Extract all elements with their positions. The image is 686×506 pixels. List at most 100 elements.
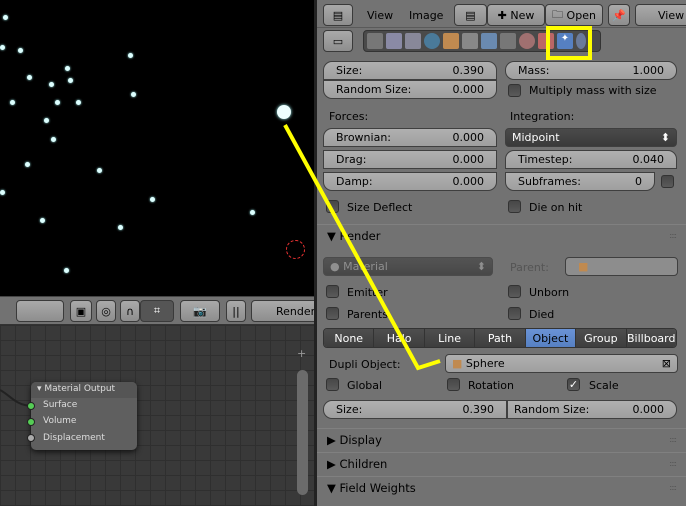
- scene-tab-icon[interactable]: [405, 33, 421, 49]
- parent-field[interactable]: ■: [565, 257, 678, 276]
- open-image-button[interactable]: 🗀 Open: [545, 4, 603, 26]
- global-label: Global: [347, 379, 383, 392]
- render-random-size-field[interactable]: Random Size: 0.000: [507, 400, 677, 419]
- render-layers-tab-icon[interactable]: [386, 33, 402, 49]
- socket-surface[interactable]: [27, 402, 35, 410]
- constraints-tab-icon[interactable]: [462, 33, 478, 49]
- multiply-mass-checkbox[interactable]: [508, 84, 521, 97]
- particle: [10, 100, 15, 105]
- particle: [55, 100, 60, 105]
- texture-tab-icon[interactable]: [538, 33, 554, 49]
- image-menu[interactable]: Image: [409, 9, 443, 22]
- display-panel-header[interactable]: ▶ Display::::: [317, 428, 686, 450]
- timestep-field[interactable]: Timestep: 0.040: [505, 150, 677, 169]
- particle: [18, 48, 23, 53]
- adaptive-subframes-checkbox[interactable]: [661, 175, 674, 188]
- parents-checkbox[interactable]: [326, 307, 339, 320]
- render-type-group[interactable]: Group: [576, 329, 627, 347]
- rotation-checkbox[interactable]: [447, 378, 460, 391]
- zoom-plus-icon[interactable]: +: [297, 347, 308, 360]
- particles-tab-icon[interactable]: ✦: [557, 33, 573, 49]
- socket-label: Displacement: [43, 433, 105, 443]
- emitter-label: Emitter: [347, 286, 388, 299]
- render-type-object[interactable]: Object: [525, 329, 577, 347]
- material-output-node[interactable]: ▾ Material Output Surface Volume Displac…: [27, 382, 137, 450]
- particle: [68, 78, 73, 83]
- forces-label: Forces:: [329, 110, 369, 123]
- parent-label: Parent:: [510, 261, 549, 274]
- material-dropdown[interactable]: ● Material ⬍: [323, 257, 493, 276]
- render-panel-header[interactable]: ▼ Render::::: [317, 224, 686, 246]
- render-tab-icon[interactable]: [367, 33, 383, 49]
- snap-magnet-icon[interactable]: ∩: [120, 300, 140, 322]
- size-field[interactable]: Size: 0.390: [323, 61, 497, 80]
- children-panel-header[interactable]: ▶ Children::::: [317, 452, 686, 474]
- render-type-none[interactable]: None: [324, 329, 375, 347]
- scale-label: Scale: [589, 379, 619, 392]
- physics-tab-icon[interactable]: [576, 33, 586, 49]
- 3d-viewport[interactable]: [0, 0, 315, 296]
- data-tab-icon[interactable]: [500, 33, 516, 49]
- node-scrollbar[interactable]: [297, 370, 308, 495]
- world-tab-icon[interactable]: [424, 33, 440, 49]
- particle: [250, 210, 255, 215]
- image-browse-button[interactable]: ▤: [454, 4, 487, 26]
- scale-checkbox[interactable]: ✓: [567, 378, 580, 391]
- emitter-particle: [277, 105, 291, 119]
- unborn-checkbox[interactable]: [508, 285, 521, 298]
- particle: [3, 15, 8, 20]
- brownian-field[interactable]: Brownian: 0.000: [323, 128, 497, 147]
- particle: [76, 100, 81, 105]
- material-tab-icon[interactable]: [519, 33, 535, 49]
- died-checkbox[interactable]: [508, 307, 521, 320]
- mass-field[interactable]: Mass: 1.000: [505, 61, 677, 80]
- unborn-label: Unborn: [529, 286, 570, 299]
- layer-buttons[interactable]: [16, 300, 64, 322]
- size-deflect-checkbox[interactable]: [326, 200, 339, 213]
- integration-dropdown[interactable]: Midpoint ⬍: [505, 128, 677, 147]
- render-type-path[interactable]: Path: [475, 329, 526, 347]
- socket-label: Surface: [43, 400, 78, 410]
- clear-icon[interactable]: ⊠: [662, 357, 671, 370]
- global-checkbox[interactable]: [326, 378, 339, 391]
- proportional-edit-icon[interactable]: ◎: [96, 300, 116, 322]
- editor-type-button[interactable]: ▭: [323, 30, 353, 52]
- render-opengl-icon[interactable]: 📷: [180, 300, 220, 322]
- multiply-mass-label: Multiply mass with size: [529, 84, 657, 97]
- local-view-icon[interactable]: ▣: [70, 300, 92, 322]
- node-header[interactable]: ▾ Material Output: [31, 382, 137, 398]
- dupli-object-label: Dupli Object:: [329, 358, 401, 371]
- socket-volume[interactable]: [27, 418, 35, 426]
- render-type-billboard[interactable]: Billboard: [626, 329, 676, 347]
- viewport-header: ▣ ◎ ∩ ⌗ 📷 || Render: [0, 296, 321, 325]
- pin-icon[interactable]: 📌: [608, 4, 630, 26]
- die-on-hit-checkbox[interactable]: [508, 200, 521, 213]
- view-menu[interactable]: View: [367, 9, 393, 22]
- render-type-halo[interactable]: Halo: [374, 329, 425, 347]
- 3d-cursor[interactable]: [286, 240, 305, 259]
- particle: [118, 225, 123, 230]
- field-weights-panel-header[interactable]: ▼ Field Weights::::: [317, 476, 686, 498]
- modifiers-tab-icon[interactable]: [481, 33, 497, 49]
- properties-editor: ▤ View Image ▤ ✚ New 🗀 Open 📌 View ▭ ✦ S…: [317, 0, 686, 506]
- damp-field[interactable]: Damp: 0.000: [323, 172, 497, 191]
- particle: [51, 137, 56, 142]
- pause-icon[interactable]: ||: [226, 300, 246, 322]
- emitter-checkbox[interactable]: [326, 285, 339, 298]
- drag-field[interactable]: Drag: 0.000: [323, 150, 497, 169]
- render-type-line[interactable]: Line: [424, 329, 476, 347]
- subframes-field[interactable]: Subframes: 0: [505, 172, 655, 191]
- socket-displacement[interactable]: [27, 434, 35, 442]
- random-size-field[interactable]: Random Size: 0.000: [323, 80, 497, 99]
- integration-label: Integration:: [510, 110, 575, 123]
- new-image-button[interactable]: ✚ New: [487, 4, 545, 26]
- object-tab-icon[interactable]: [443, 33, 459, 49]
- dupli-object-field[interactable]: ■ Sphere ⊠: [445, 354, 678, 373]
- render-size-field[interactable]: Size: 0.390: [323, 400, 507, 419]
- view-button[interactable]: View: [635, 4, 686, 26]
- died-label: Died: [529, 308, 555, 321]
- render-layer-button[interactable]: Render: [251, 300, 321, 322]
- particle: [64, 268, 69, 273]
- snap-element-dropdown[interactable]: ⌗: [140, 300, 174, 322]
- editor-type-button[interactable]: ▤: [323, 4, 353, 26]
